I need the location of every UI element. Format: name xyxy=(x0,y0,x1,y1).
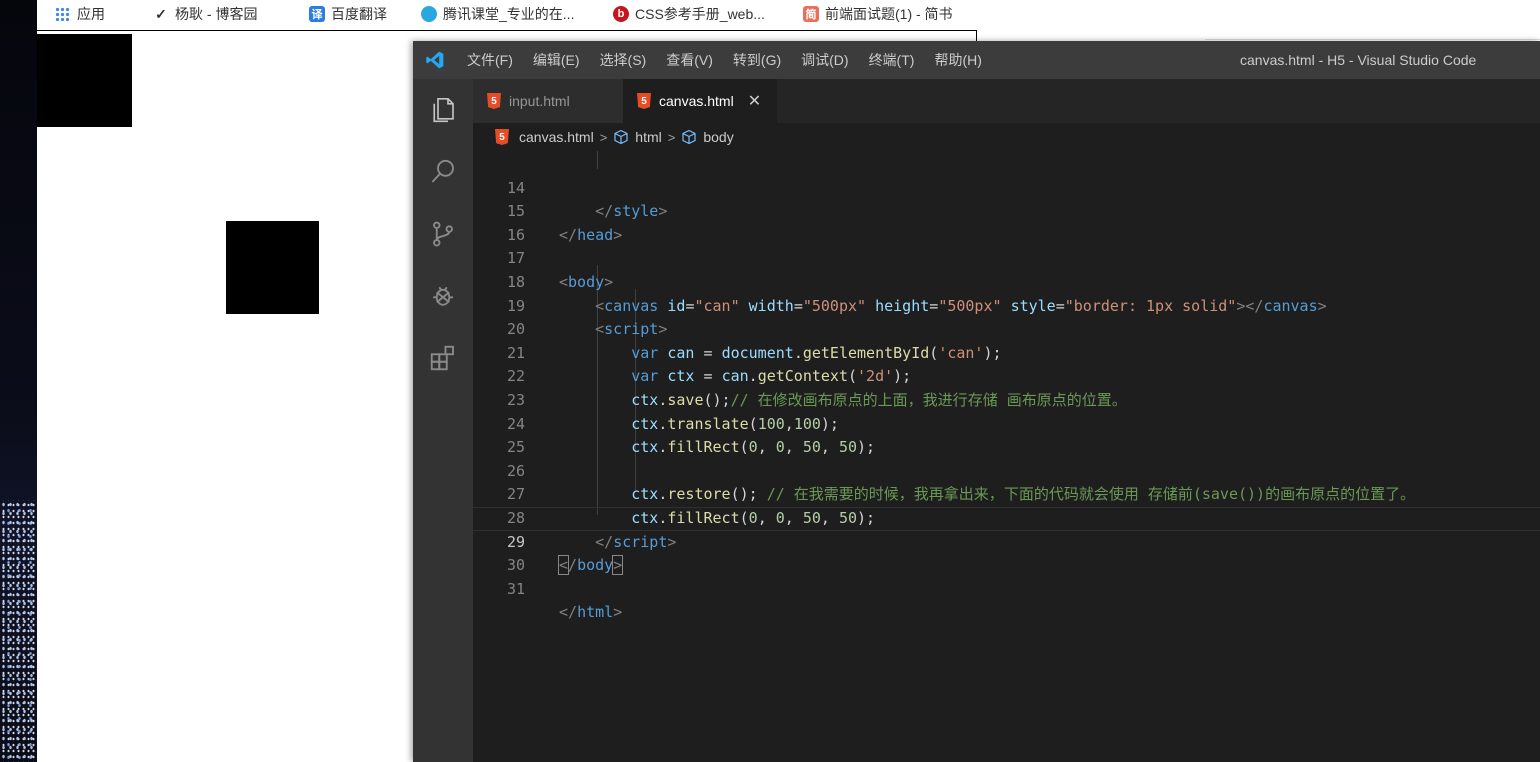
tencent-classroom-icon xyxy=(421,6,437,22)
activity-bar xyxy=(413,79,473,762)
code-line: 17 <body> xyxy=(506,249,614,291)
baidu-translate-icon: 译 xyxy=(309,6,325,22)
bookmark-label: 杨耿 - 博客园 xyxy=(175,6,258,22)
bookmarks-bar: 应用 ✓ 杨耿 - 博客园 译 百度翻译 腾讯课堂_专业的在... b CSS参… xyxy=(37,0,1540,28)
bookmark-apps[interactable]: 应用 xyxy=(55,4,135,24)
html5-file-icon: 5 xyxy=(495,129,509,145)
code-line: 25 xyxy=(506,438,525,457)
code-line: 19 <script> xyxy=(506,296,668,339)
breadcrumb: 5 canvas.html > html > body xyxy=(473,123,1540,151)
bookmark-jianshu[interactable]: 简 前端面试题(1) - 简书 xyxy=(803,4,983,24)
apps-grid-icon xyxy=(55,6,71,22)
menu-bar: 文件(F) 编辑(E) 选择(S) 查看(V) 转到(G) 调试(D) 终端(T… xyxy=(457,41,992,79)
menu-help[interactable]: 帮助(H) xyxy=(924,41,991,79)
code-line: 28 </script> xyxy=(506,508,677,551)
code-line: 16 xyxy=(506,225,525,244)
filled-rect-origin xyxy=(37,34,132,127)
breadcrumb-html[interactable]: html xyxy=(635,129,661,145)
vscode-logo-icon xyxy=(413,41,457,79)
menu-debug[interactable]: 调试(D) xyxy=(791,41,858,79)
extensions-icon[interactable] xyxy=(413,327,473,389)
breadcrumb-body[interactable]: body xyxy=(703,129,733,145)
search-icon[interactable] xyxy=(413,141,473,203)
bookmark-tencent-classroom[interactable]: 腾讯课堂_专业的在... xyxy=(421,4,597,24)
code-line: 24 ctx.fillRect(0, 0, 50, 50); xyxy=(506,414,876,457)
element-cube-icon xyxy=(681,129,697,145)
css-manual-icon: b xyxy=(613,6,629,22)
bookmark-css-manual[interactable]: b CSS参考手册_web... xyxy=(613,4,789,24)
cnblogs-icon: ✓ xyxy=(155,5,167,22)
code-line: 23 ctx.translate(100,100); xyxy=(506,390,839,433)
vscode-window: 文件(F) 编辑(E) 选择(S) 查看(V) 转到(G) 调试(D) 终端(T… xyxy=(413,41,1540,762)
bookmark-cnblogs[interactable]: ✓ 杨耿 - 博客园 xyxy=(153,4,291,24)
bookmark-label: CSS参考手册_web... xyxy=(635,6,765,22)
menu-selection[interactable]: 选择(S) xyxy=(590,41,657,79)
menu-terminal[interactable]: 终端(T) xyxy=(859,41,925,79)
bookmark-baidu-translate[interactable]: 译 百度翻译 xyxy=(309,4,409,24)
menu-file[interactable]: 文件(F) xyxy=(457,41,523,79)
code-line: 26 ctx.restore(); // 在我需要的时候，我再拿出来，下面的代码… xyxy=(506,461,1416,504)
menu-view[interactable]: 查看(V) xyxy=(656,41,723,79)
devtools-edge xyxy=(1205,28,1540,40)
chevron-right-icon: > xyxy=(667,129,676,145)
filled-rect-translated xyxy=(226,221,319,314)
code-line: 15 </head> xyxy=(506,202,623,244)
close-tab-icon[interactable]: ✕ xyxy=(748,91,761,111)
current-line: 29 </body> xyxy=(473,507,1540,576)
editor-tabs: 5 input.html 5 canvas.html ✕ xyxy=(473,79,1540,123)
tab-canvas-html[interactable]: 5 canvas.html ✕ xyxy=(623,79,777,123)
code-line: 18 <canvas id="can" width="500px" height… xyxy=(506,272,1327,315)
code-line: 31 </html> xyxy=(506,579,623,622)
html5-file-icon: 5 xyxy=(637,93,651,109)
tab-input-html[interactable]: 5 input.html xyxy=(473,79,623,123)
code-line: 27 ctx.fillRect(0, 0, 50, 50); xyxy=(506,485,876,527)
debug-icon[interactable] xyxy=(413,265,473,327)
code-line: 20 var can = document.getElementById('ca… xyxy=(506,320,1002,362)
code-editor[interactable]: 14 </style> 15 </head> 16 17 <body> 18 <… xyxy=(473,151,1540,762)
tab-label: canvas.html xyxy=(659,93,734,109)
bookmark-label: 应用 xyxy=(77,6,105,22)
bookmark-label: 前端面试题(1) - 简书 xyxy=(825,6,953,22)
code-line: 14 </style> xyxy=(506,178,668,221)
source-control-icon[interactable] xyxy=(413,203,473,265)
element-cube-icon xyxy=(613,129,629,145)
explorer-icon[interactable] xyxy=(413,79,473,141)
window-title: canvas.html - H5 - Visual Studio Code xyxy=(1240,52,1477,68)
desktop-wallpaper xyxy=(0,0,37,762)
city-lights xyxy=(0,500,37,762)
code-line: 22 ctx.save();// 在修改画布原点的上面，我进行存储 画布原点的位… xyxy=(506,367,1127,409)
chevron-right-icon: > xyxy=(599,129,608,145)
code-line: 21 var ctx = can.getContext('2d'); xyxy=(506,343,912,386)
tab-label: input.html xyxy=(509,93,570,109)
bookmark-label: 百度翻译 xyxy=(331,6,387,22)
title-bar: 文件(F) 编辑(E) 选择(S) 查看(V) 转到(G) 调试(D) 终端(T… xyxy=(413,41,1540,79)
html5-file-icon: 5 xyxy=(487,93,501,109)
jianshu-icon: 简 xyxy=(803,6,819,22)
code-line: 30 xyxy=(506,556,525,575)
breadcrumb-file[interactable]: canvas.html xyxy=(519,129,594,145)
menu-edit[interactable]: 编辑(E) xyxy=(523,41,590,79)
menu-go[interactable]: 转到(G) xyxy=(723,41,791,79)
bookmark-label: 腾讯课堂_专业的在... xyxy=(443,6,575,22)
